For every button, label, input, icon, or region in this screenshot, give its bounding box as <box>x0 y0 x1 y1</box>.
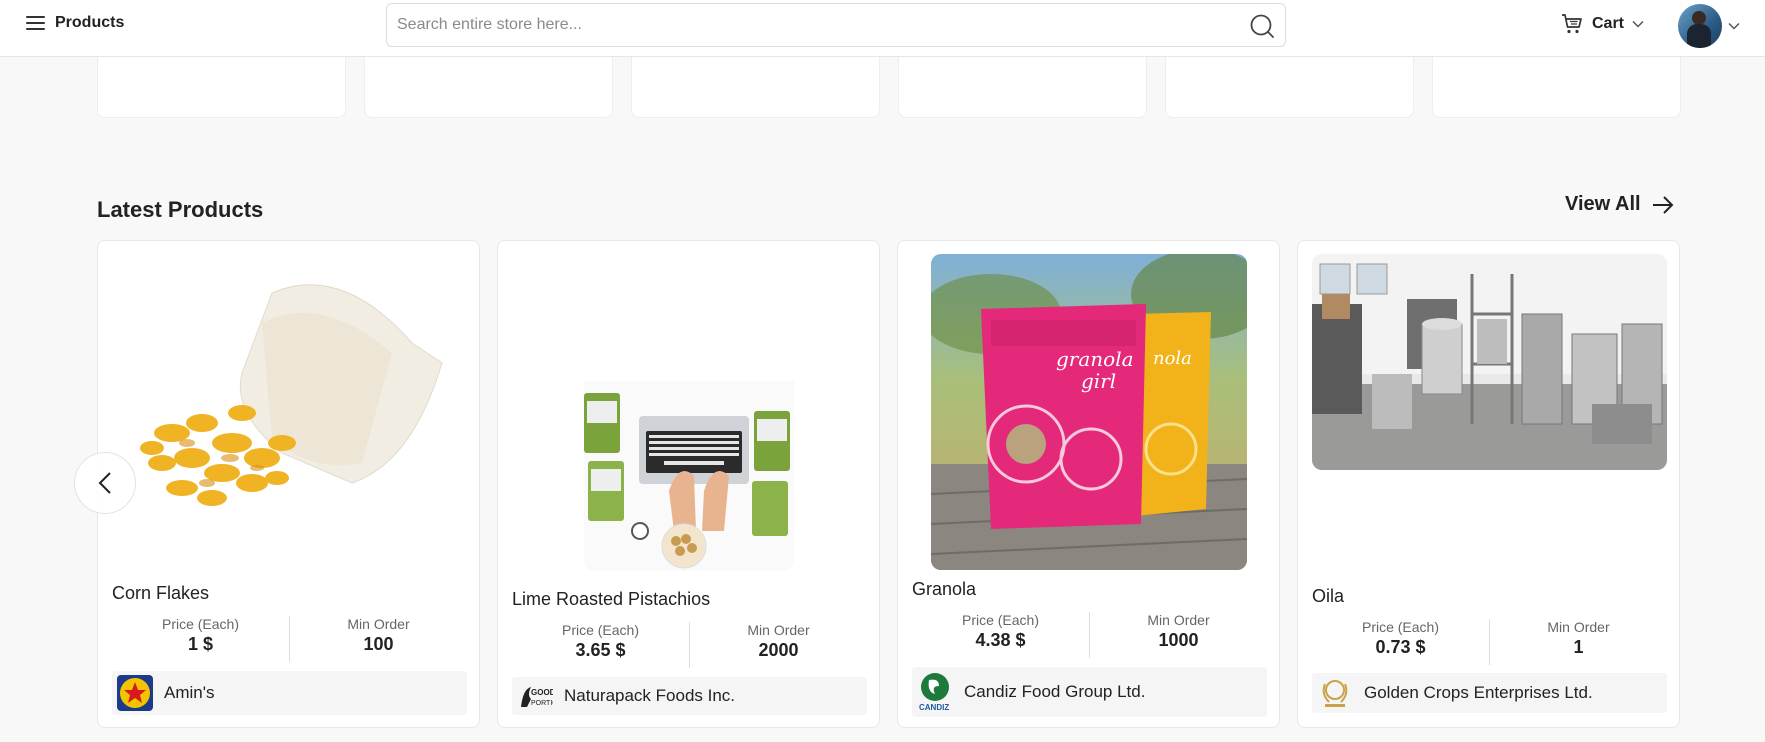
min-order-value: 2000 <box>758 640 799 660</box>
products-menu-button[interactable]: Products <box>26 14 124 32</box>
min-order-label: Min Order <box>1147 612 1210 628</box>
products-menu-label: Products <box>55 14 125 31</box>
product-stats: Price (Each) 4.38 $ Min Order 1000 <box>912 612 1267 658</box>
product-image: granola girl nola <box>931 254 1247 570</box>
product-stats: Price (Each) 1 $ Min Order 100 <box>112 616 467 662</box>
category-card[interactable] <box>97 57 346 118</box>
supplier-row[interactable]: CANDIZ Candiz Food Group Ltd. <box>912 667 1267 717</box>
product-stats: Price (Each) 0.73 $ Min Order 1 <box>1312 619 1667 665</box>
arrow-right-icon <box>1652 195 1674 214</box>
price-label: Price (Each) <box>1361 619 1440 635</box>
price-value: 1 $ <box>187 634 214 654</box>
supplier-name: Amin's <box>164 683 215 702</box>
search-icon[interactable] <box>1249 13 1275 39</box>
search-input[interactable] <box>397 4 1217 46</box>
hamburger-icon <box>26 16 45 30</box>
cart-button[interactable]: Cart <box>1560 12 1644 36</box>
svg-text:CANDIZ: CANDIZ <box>919 703 949 712</box>
price-value: 3.65 $ <box>575 640 626 660</box>
min-order-label: Min Order <box>347 616 410 632</box>
price-value: 4.38 $ <box>975 630 1026 650</box>
product-image <box>112 253 467 573</box>
top-header: Products Cart <box>0 0 1765 57</box>
product-card[interactable]: granola girl nola Granola Price (Each) 4.… <box>897 240 1280 728</box>
min-order-label: Min Order <box>1547 619 1610 635</box>
svg-text:nola: nola <box>1153 348 1192 369</box>
supplier-row[interactable]: GOOD PORTION Naturapack Foods Inc. <box>512 677 867 715</box>
chevron-down-icon <box>1728 22 1740 30</box>
price-label: Price (Each) <box>161 616 240 632</box>
supplier-name: Naturapack Foods Inc. <box>564 686 736 705</box>
carousel-prev-button[interactable] <box>74 452 136 514</box>
supplier-name: Candiz Food Group Ltd. <box>964 682 1146 701</box>
min-order-value: 100 <box>363 634 394 654</box>
view-all-link[interactable]: View All <box>1565 193 1675 216</box>
supplier-row[interactable]: Amin's <box>112 671 467 715</box>
product-name[interactable]: Oila <box>1312 586 1344 607</box>
price-label: Price (Each) <box>961 612 1040 628</box>
min-order-value: 1000 <box>1158 630 1199 650</box>
svg-text:granola: granola <box>1056 347 1134 371</box>
min-order-value: 1 <box>1573 637 1584 657</box>
supplier-row[interactable]: Golden Crops Enterprises Ltd. <box>1312 673 1667 713</box>
supplier-logo: GOOD PORTION <box>517 681 553 711</box>
price-value: 0.73 $ <box>1375 637 1426 657</box>
svg-text:PORTION: PORTION <box>531 700 553 707</box>
price-label: Price (Each) <box>561 622 640 638</box>
chevron-left-icon <box>98 472 111 494</box>
supplier-logo: CANDIZ <box>917 670 953 714</box>
avatar <box>1678 4 1722 48</box>
min-order-label: Min Order <box>747 622 810 638</box>
product-name[interactable]: Granola <box>912 579 976 600</box>
product-image <box>584 381 794 571</box>
category-card[interactable] <box>1432 57 1681 118</box>
user-menu[interactable] <box>1678 4 1740 48</box>
svg-text:girl: girl <box>1081 369 1116 393</box>
supplier-logo <box>1317 676 1353 710</box>
cart-label: Cart <box>1592 15 1625 32</box>
category-card[interactable] <box>364 57 613 118</box>
category-card[interactable] <box>898 57 1147 118</box>
svg-text:GOOD: GOOD <box>531 688 553 697</box>
product-name[interactable]: Lime Roasted Pistachios <box>512 589 710 610</box>
view-all-label: View All <box>1565 193 1641 215</box>
product-card[interactable]: Lime Roasted Pistachios Price (Each) 3.65… <box>497 240 880 728</box>
search-bar <box>386 3 1286 47</box>
product-card[interactable]: Oila Price (Each) 0.73 $ Min Order 1 Golde… <box>1297 240 1680 728</box>
supplier-logo <box>117 675 153 711</box>
product-name[interactable]: Corn Flakes <box>112 583 209 604</box>
category-card[interactable] <box>1165 57 1414 118</box>
product-stats: Price (Each) 3.65 $ Min Order 2000 <box>512 622 867 668</box>
product-image <box>1312 254 1667 470</box>
supplier-name: Golden Crops Enterprises Ltd. <box>1364 683 1593 702</box>
chevron-down-icon <box>1632 20 1644 28</box>
category-card[interactable] <box>631 57 880 118</box>
cart-icon <box>1562 14 1582 34</box>
section-title: Latest Products <box>97 197 264 222</box>
product-card[interactable]: Corn Flakes Price (Each) 1 $ Min Order 100… <box>97 240 480 728</box>
